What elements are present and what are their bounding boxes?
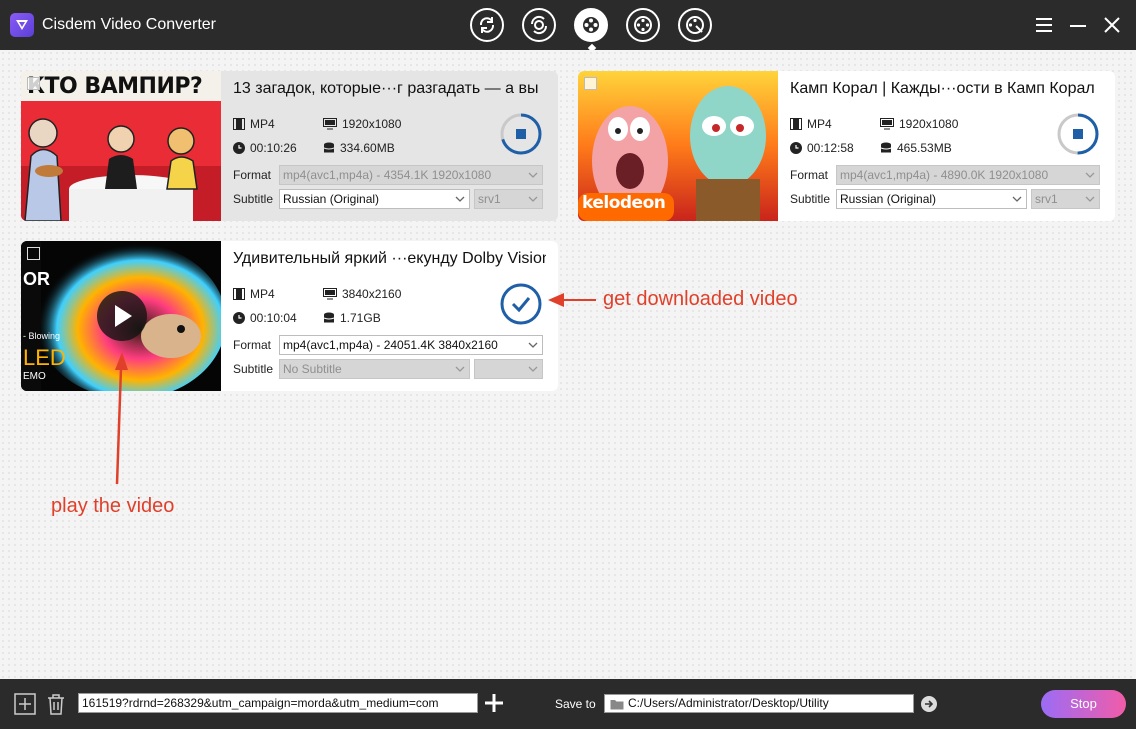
save-path-field[interactable]: C:/Users/Administrator/Desktop/Utility (604, 694, 914, 713)
add-url-button[interactable] (483, 692, 505, 714)
url-input[interactable]: 161519?rdrnd=268329&utm_campaign=morda&u… (78, 693, 478, 713)
convert-icon (479, 17, 495, 33)
bottom-bar: 161519?rdrnd=268329&utm_campaign=morda&u… (0, 679, 1136, 729)
burn-film-icon (686, 16, 704, 34)
download-mode-button[interactable] (574, 8, 608, 42)
compress-film-icon (634, 16, 652, 34)
close-icon[interactable] (1102, 15, 1122, 35)
download-film-icon (583, 17, 599, 33)
app-logo-icon (10, 13, 34, 37)
save-to-label: Save to (555, 697, 596, 711)
add-file-icon[interactable] (14, 693, 36, 715)
minimize-icon[interactable] (1068, 15, 1088, 35)
burn-mode-button[interactable] (678, 8, 712, 42)
compress-mode-button[interactable] (626, 8, 660, 42)
arrow-right-icon (921, 696, 937, 712)
title-bar: Cisdem Video Converter (0, 0, 1136, 53)
menu-icon[interactable] (1034, 15, 1054, 35)
trash-icon[interactable] (45, 693, 67, 715)
rip-icon (530, 15, 548, 35)
annotation-play: play the video (51, 495, 175, 517)
annotation-arrows (115, 293, 596, 485)
annotation-downloaded: get downloaded video (603, 288, 798, 310)
app-title: Cisdem Video Converter (42, 16, 217, 33)
folder-icon (610, 700, 624, 710)
plus-icon (485, 694, 503, 712)
convert-mode-button[interactable] (470, 8, 504, 42)
open-folder-button[interactable] (920, 695, 938, 713)
stop-button[interactable]: Stop (1041, 690, 1126, 718)
rip-mode-button[interactable] (522, 8, 556, 42)
download-list: КТО ВАМПИР? 13 загадок, которые···г разг… (0, 50, 1136, 679)
